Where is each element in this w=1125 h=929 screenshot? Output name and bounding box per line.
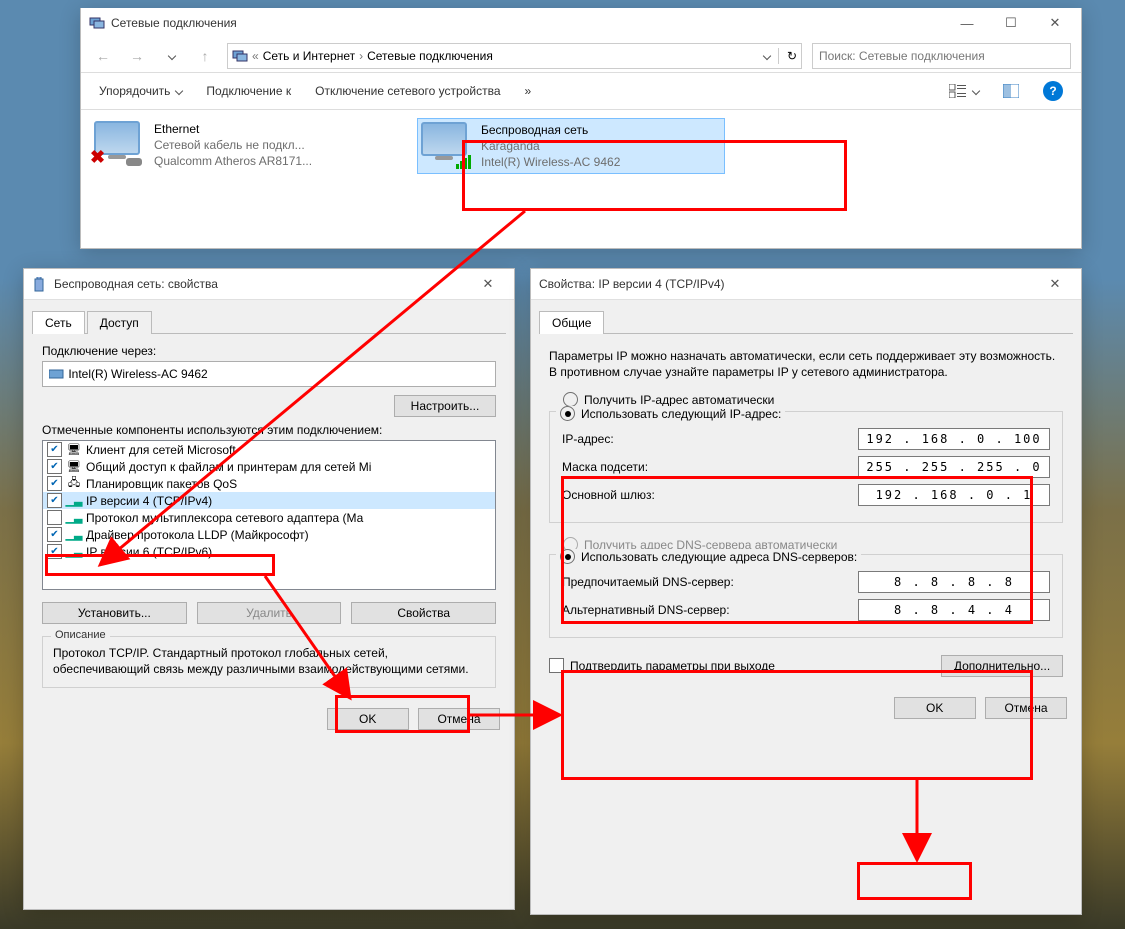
titlebar[interactable]: Свойства: IP версии 4 (TCP/IPv4) ✕ xyxy=(531,269,1081,300)
list-item-ipv4[interactable]: ✔▁▃IP версии 4 (TCP/IPv4) xyxy=(43,492,495,509)
help-button[interactable]: ? xyxy=(1035,77,1071,105)
tabs: Сеть Доступ xyxy=(32,310,506,334)
window-title: Сетевые подключения xyxy=(111,16,945,30)
configure-button[interactable]: Настроить... xyxy=(394,395,496,417)
radio-manual-ip[interactable] xyxy=(560,406,575,421)
list-item[interactable]: ✔🖥Общий доступ к файлам и принтерам для … xyxy=(43,458,495,475)
crumb-2[interactable]: Сетевые подключения xyxy=(367,49,493,63)
adapter-name: Ethernet xyxy=(154,121,312,137)
adapter-device: Intel(R) Wireless-AC 9462 xyxy=(481,154,620,170)
close-button[interactable]: ✕ xyxy=(1033,8,1077,38)
gateway-label: Основной шлюз: xyxy=(562,488,655,502)
list-item[interactable]: ✔▁▃IP версии 6 (TCP/IPv6) xyxy=(43,543,495,560)
close-button[interactable]: ✕ xyxy=(466,269,510,299)
titlebar[interactable]: Беспроводная сеть: свойства ✕ xyxy=(24,269,514,300)
description-text: Протокол TCP/IP. Стандартный протокол гл… xyxy=(53,645,485,677)
adapter-status: Сетевой кабель не подкл... xyxy=(154,137,312,153)
adapter-status: Karaganda xyxy=(481,138,620,154)
connect-to-menu[interactable]: Подключение к xyxy=(198,80,299,102)
components-list[interactable]: ✔🖥Клиент для сетей Microsoft ✔🖥Общий дос… xyxy=(42,440,496,590)
adapter-properties-dialog: Беспроводная сеть: свойства ✕ Сеть Досту… xyxy=(23,268,515,910)
uninstall-button: Удалить xyxy=(197,602,342,624)
ok-button[interactable]: OK xyxy=(894,697,976,719)
adapter-device: Qualcomm Atheros AR8171... xyxy=(154,153,312,169)
file-area[interactable]: ✖ Ethernet Сетевой кабель не подкл... Qu… xyxy=(81,110,1081,182)
view-details-icon[interactable] xyxy=(995,80,1027,102)
adapter-name: Беспроводная сеть xyxy=(481,122,620,138)
list-item[interactable]: ✔🖧Планировщик пакетов QoS xyxy=(43,475,495,492)
up-button[interactable]: ↑ xyxy=(193,44,217,68)
manual-ip-group: Использовать следующий IP-адрес: IP-адре… xyxy=(549,411,1063,523)
components-label: Отмеченные компоненты используются этим … xyxy=(42,423,496,437)
disable-device-menu[interactable]: Отключение сетевого устройства xyxy=(307,80,508,102)
crumb-root: « xyxy=(252,49,259,63)
dns1-label: Предпочитаемый DNS-сервер: xyxy=(562,575,734,589)
manual-dns-group: Использовать следующие адреса DNS-сервер… xyxy=(549,554,1063,638)
ethernet-icon: ✖ xyxy=(94,121,144,166)
help-text: Параметры IP можно назначать автоматичес… xyxy=(549,348,1063,380)
dns2-label: Альтернативный DNS-сервер: xyxy=(562,603,730,617)
organize-menu[interactable]: Упорядочить xyxy=(91,80,190,102)
subnet-mask-input[interactable]: 255 . 255 . 255 . 0 xyxy=(858,456,1050,478)
list-item[interactable]: ✔▁▃Драйвер протокола LLDP (Майкрософт) xyxy=(43,526,495,543)
address-dropdown[interactable] xyxy=(763,51,771,59)
search-input[interactable]: Поиск: Сетевые подключения xyxy=(812,43,1071,69)
cancel-button[interactable]: Отмена xyxy=(418,708,500,730)
adapter-field: Intel(R) Wireless-AC 9462 xyxy=(42,361,496,387)
window-title: Свойства: IP версии 4 (TCP/IPv4) xyxy=(539,277,1033,291)
address-bar-row: ← → ↑ « Сеть и Интернет › Сетевые подклю… xyxy=(81,39,1081,72)
wireless-icon xyxy=(421,122,471,167)
address-bar[interactable]: « Сеть и Интернет › Сетевые подключения … xyxy=(227,43,802,69)
maximize-button[interactable]: ☐ xyxy=(989,8,1033,38)
list-item[interactable]: ✔🖥Клиент для сетей Microsoft xyxy=(43,441,495,458)
adapter-wireless[interactable]: Беспроводная сеть Karaganda Intel(R) Wir… xyxy=(417,118,725,174)
description-group: Описание Протокол TCP/IP. Стандартный пр… xyxy=(42,636,496,688)
back-button[interactable]: ← xyxy=(91,44,115,68)
advanced-button[interactable]: Дополнительно... xyxy=(941,655,1063,677)
refresh-icon[interactable]: ↻ xyxy=(787,49,797,63)
crumb-1[interactable]: Сеть и Интернет xyxy=(263,49,355,63)
preferred-dns-input[interactable]: 8 . 8 . 8 . 8 xyxy=(858,571,1050,593)
validate-checkbox[interactable]: Подтвердить параметры при выходе xyxy=(549,658,775,673)
toolbar: Упорядочить Подключение к Отключение сет… xyxy=(81,72,1081,110)
titlebar[interactable]: Сетевые подключения — ☐ ✕ xyxy=(81,8,1081,39)
tab-sharing[interactable]: Доступ xyxy=(87,311,152,334)
tab-network[interactable]: Сеть xyxy=(32,311,85,334)
ip-label: IP-адрес: xyxy=(562,432,614,446)
network-connections-window: Сетевые подключения — ☐ ✕ ← → ↑ « Сеть и… xyxy=(80,8,1082,249)
adapter-ethernet[interactable]: ✖ Ethernet Сетевой кабель не подкл... Qu… xyxy=(91,118,377,174)
close-button[interactable]: ✕ xyxy=(1033,269,1077,299)
forward-button[interactable]: → xyxy=(125,44,149,68)
alternate-dns-input[interactable]: 8 . 8 . 4 . 4 xyxy=(858,599,1050,621)
list-item[interactable]: ▁▃Протокол мультиплексора сетевого адапт… xyxy=(43,509,495,526)
properties-button[interactable]: Свойства xyxy=(351,602,496,624)
cancel-button[interactable]: Отмена xyxy=(985,697,1067,719)
tab-general[interactable]: Общие xyxy=(539,311,604,334)
ok-button[interactable]: OK xyxy=(327,708,409,730)
toolbar-overflow[interactable]: » xyxy=(517,80,540,102)
radio-manual-dns[interactable] xyxy=(560,549,575,564)
install-button[interactable]: Установить... xyxy=(42,602,187,624)
mask-label: Маска подсети: xyxy=(562,460,648,474)
window-icon xyxy=(32,276,48,292)
minimize-button[interactable]: — xyxy=(945,8,989,38)
window-icon xyxy=(89,15,105,31)
tabs: Общие xyxy=(539,310,1073,334)
ip-address-input[interactable]: 192 . 168 . 0 . 100 xyxy=(858,428,1050,450)
radio-auto-ip[interactable]: Получить IP-адрес автоматически xyxy=(563,392,1063,407)
view-large-icon[interactable] xyxy=(941,80,987,102)
window-title: Беспроводная сеть: свойства xyxy=(54,277,466,291)
recent-button[interactable] xyxy=(159,44,183,68)
connect-using-label: Подключение через: xyxy=(42,344,496,358)
ipv4-properties-dialog: Свойства: IP версии 4 (TCP/IPv4) ✕ Общие… xyxy=(530,268,1082,915)
gateway-input[interactable]: 192 . 168 . 0 . 1 xyxy=(858,484,1050,506)
